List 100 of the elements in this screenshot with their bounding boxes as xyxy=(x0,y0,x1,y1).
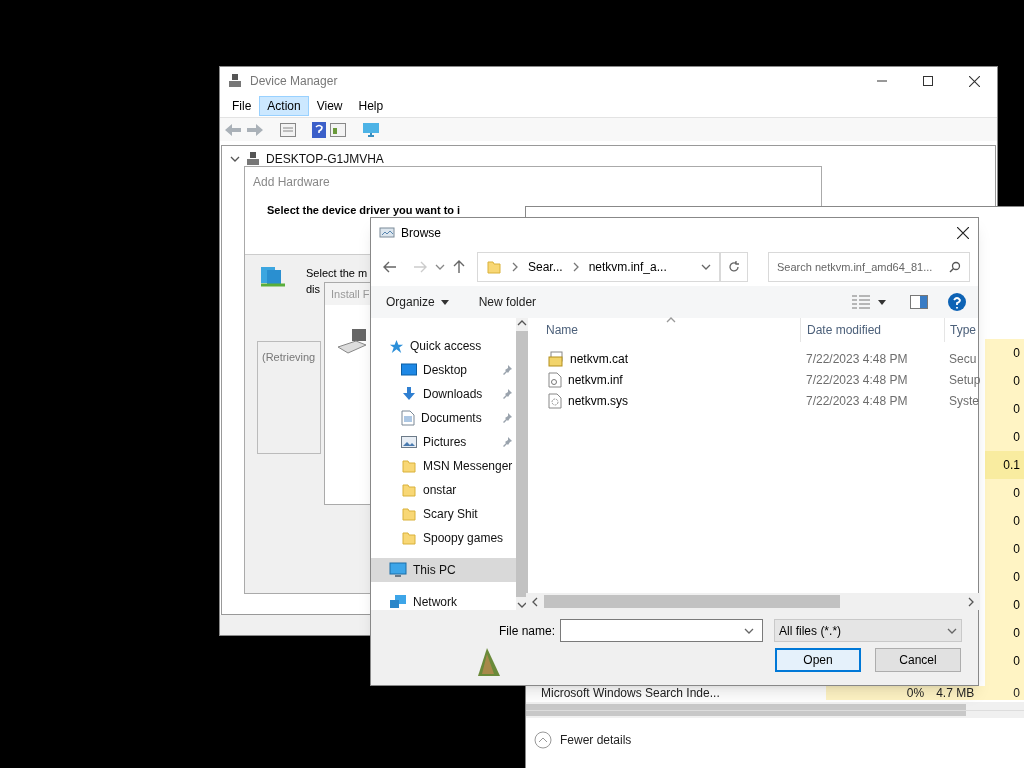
pin-icon[interactable] xyxy=(502,437,513,447)
nav-item[interactable]: Spoopy games xyxy=(371,526,517,550)
help-icon xyxy=(948,293,966,311)
table-cell-text: 0 xyxy=(1012,345,1021,362)
nav-label: Desktop xyxy=(423,362,469,379)
monitor-icon[interactable] xyxy=(362,121,380,138)
nav-item[interactable]: Quick access xyxy=(371,334,517,358)
refresh-button[interactable] xyxy=(720,252,748,282)
new-folder-button[interactable]: New folder xyxy=(478,293,537,311)
pin-icon[interactable] xyxy=(502,365,513,375)
help-icon[interactable] xyxy=(312,121,326,138)
table-cell-text: 0 xyxy=(1012,653,1021,670)
nav-label: Network xyxy=(413,594,458,611)
forward-icon[interactable] xyxy=(246,122,264,137)
panel-icon[interactable] xyxy=(330,122,346,137)
dropdown-icon xyxy=(701,262,711,272)
maximize-icon xyxy=(923,76,933,86)
nav-label: This PC xyxy=(413,562,457,579)
breadcrumb-item[interactable]: Sear... xyxy=(528,258,563,276)
folder-icon xyxy=(401,482,417,498)
preview-pane-icon xyxy=(910,295,928,309)
file-type-dropdown[interactable]: All files (*.*) xyxy=(774,619,963,642)
nav-label: Scary Shit xyxy=(423,506,479,523)
up-icon[interactable] xyxy=(453,260,465,274)
table-cell: 0% xyxy=(826,686,937,700)
nav-item[interactable]: This PC xyxy=(371,558,517,582)
file-date: 7/22/2023 4:48 PM xyxy=(805,371,909,389)
close-icon xyxy=(957,227,969,239)
file-name-field[interactable] xyxy=(560,619,764,642)
nav-item[interactable]: Scary Shit xyxy=(371,502,517,526)
file-date: 7/22/2023 4:48 PM xyxy=(805,350,909,368)
certificate-icon xyxy=(548,350,564,367)
chevron-down-icon xyxy=(230,154,240,164)
network-folder-icon xyxy=(379,226,395,240)
nav-item[interactable]: Pictures xyxy=(371,430,517,454)
computer-icon xyxy=(246,152,260,166)
details-view-icon xyxy=(852,295,870,309)
close-icon xyxy=(968,75,980,87)
collapse-icon xyxy=(534,730,552,749)
desktop-icon xyxy=(401,363,417,377)
table-cell-text: 0 xyxy=(1012,513,1021,530)
pin-icon[interactable] xyxy=(502,413,513,423)
table-cell-text: 0 xyxy=(1012,597,1021,614)
instruction-text: dis xyxy=(306,282,321,297)
menu-item[interactable]: Help xyxy=(350,96,392,116)
computer-icon xyxy=(389,562,407,578)
file-row[interactable]: netkvm.cat 7/22/2023 4:48 PM Secu xyxy=(526,348,981,369)
nav-label: Documents xyxy=(421,410,483,427)
list-box[interactable]: (Retrieving xyxy=(257,341,321,454)
pin-icon[interactable] xyxy=(502,389,513,399)
star-icon xyxy=(389,338,404,354)
table-cell-text: 0 xyxy=(1012,485,1021,502)
table-cell: 4.7 MB xyxy=(936,686,986,700)
scroll-left-icon xyxy=(530,596,540,607)
file-name: netkvm.sys xyxy=(568,392,628,410)
tree-item[interactable]: DESKTOP-G1JMVHA xyxy=(266,150,384,168)
scroll-up-icon xyxy=(517,318,528,328)
nav-label: Downloads xyxy=(423,386,484,403)
column-header[interactable]: Type xyxy=(944,318,981,342)
window-title: Browse xyxy=(401,225,442,242)
nav-item[interactable]: Documents xyxy=(371,406,517,430)
process-name: Microsoft Windows Search Inde... xyxy=(540,686,721,700)
search-field[interactable]: Search netkvm.inf_amd64_81... xyxy=(768,252,970,282)
fewer-details-button[interactable]: Fewer details xyxy=(534,730,632,749)
table-cell-text: 0 xyxy=(1012,401,1021,418)
nav-label: Quick access xyxy=(410,338,483,355)
nav-item[interactable]: Network xyxy=(371,590,517,614)
dropdown-arrow-icon xyxy=(440,299,449,305)
vertical-scrollbar[interactable] xyxy=(516,318,529,610)
properties-icon[interactable] xyxy=(280,122,296,137)
recent-locations-icon xyxy=(435,262,445,272)
column-header[interactable]: Name xyxy=(526,321,800,339)
file-name-label: File name: xyxy=(499,622,556,640)
disk-drive-icon xyxy=(338,329,368,355)
address-bar[interactable]: Sear... netkvm.inf_a... xyxy=(477,252,720,282)
breadcrumb-separator-icon xyxy=(510,262,520,272)
view-options-button[interactable] xyxy=(852,295,886,309)
breadcrumb-item[interactable]: netkvm.inf_a... xyxy=(588,258,667,276)
folder-icon xyxy=(486,259,502,275)
dialog-button[interactable]: Open xyxy=(775,648,861,672)
network-adapter-icon xyxy=(259,265,287,289)
file-date: 7/22/2023 4:48 PM xyxy=(805,392,909,410)
help-button[interactable] xyxy=(948,293,966,311)
table-cell: 0.1 xyxy=(985,451,1024,479)
nav-item[interactable]: onstar xyxy=(371,478,517,502)
sort-icon xyxy=(666,315,676,325)
nav-item[interactable]: MSN Messenger xyxy=(371,454,517,478)
horizontal-scrollbar[interactable] xyxy=(526,593,981,610)
nav-item[interactable]: Desktop xyxy=(371,358,517,382)
nav-item[interactable]: Downloads xyxy=(371,382,517,406)
organize-button[interactable]: Organize xyxy=(386,293,449,311)
window-title: Add Hardware xyxy=(253,174,330,191)
back-icon[interactable] xyxy=(383,261,397,273)
table-cell-text: 0 xyxy=(1012,625,1021,642)
menu-item[interactable]: View xyxy=(308,96,351,116)
column-header[interactable]: Date modified xyxy=(800,318,944,342)
preview-pane-button[interactable] xyxy=(910,295,928,309)
dialog-button[interactable]: Cancel xyxy=(875,648,961,672)
menu-item[interactable]: File xyxy=(224,96,260,116)
menu-item[interactable]: Action xyxy=(259,96,309,116)
